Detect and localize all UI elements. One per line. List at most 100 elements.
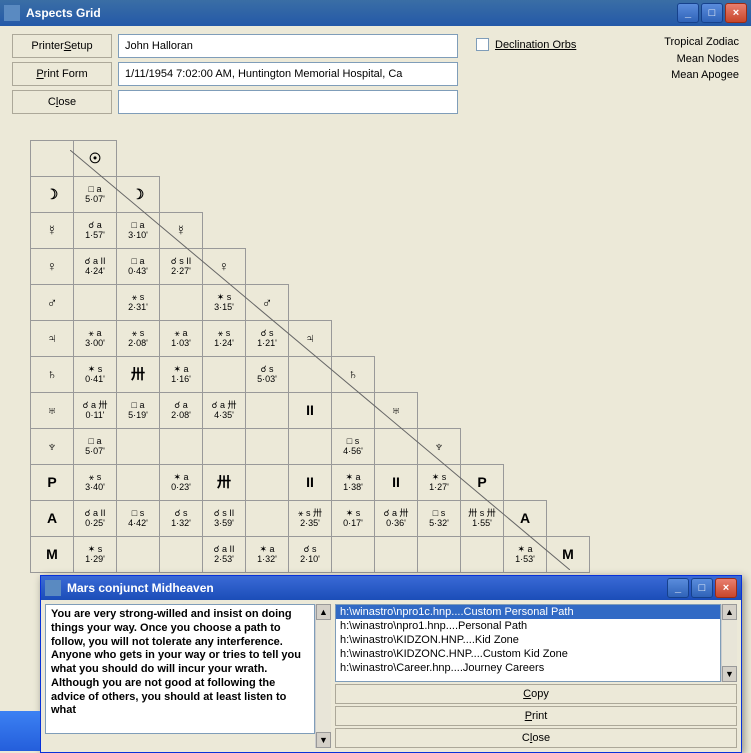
aspect-cell[interactable]: ⚹ s1·24'	[203, 321, 246, 357]
file-list[interactable]: h:\winastro\npro1c.hnp....Custom Persona…	[335, 604, 721, 682]
aspect-cell[interactable]: ☌ s II3·59'	[203, 501, 246, 537]
aspect-cell[interactable]: □ a5·19'	[117, 393, 160, 429]
aspect-cell[interactable]: ⚹ s 卅2·35'	[289, 501, 332, 537]
aspect-cell[interactable]: ✶ s0·41'	[74, 357, 117, 393]
aspect-cell[interactable]	[375, 537, 418, 573]
print-form-button[interactable]: Print Form	[12, 62, 112, 86]
close-button[interactable]: ×	[725, 3, 747, 23]
aspect-cell[interactable]: ☌ a II4·24'	[74, 249, 117, 285]
aspect-cell[interactable]	[375, 429, 418, 465]
aspect-cell[interactable]: □ a5·07'	[74, 177, 117, 213]
popup-minimize-button[interactable]: _	[667, 578, 689, 598]
file-row[interactable]: h:\winastro\npro1c.hnp....Custom Persona…	[336, 605, 720, 619]
aspect-cell[interactable]	[332, 537, 375, 573]
aspect-cell[interactable]: ✶ a0·23'	[160, 465, 203, 501]
planet-symbol: A	[31, 501, 74, 537]
aspect-cell[interactable]: 卅 s 卅1·55'	[461, 501, 504, 537]
aspect-cell[interactable]	[246, 501, 289, 537]
aspect-cell[interactable]: ✶ s1·29'	[74, 537, 117, 573]
declination-orbs-checkbox[interactable]	[476, 38, 489, 51]
aspect-cell[interactable]: ☌ a 卅0·36'	[375, 501, 418, 537]
aspect-cell[interactable]	[246, 393, 289, 429]
aspect-cell[interactable]: ☌ a II0·25'	[74, 501, 117, 537]
aspect-cell[interactable]: ☌ s II2·27'	[160, 249, 203, 285]
popup-maximize-button[interactable]: □	[691, 578, 713, 598]
aspect-cell[interactable]	[289, 429, 332, 465]
aspect-cell[interactable]: ✶ s1·27'	[418, 465, 461, 501]
aspect-cell[interactable]	[203, 357, 246, 393]
aspect-cell[interactable]: □ s4·56'	[332, 429, 375, 465]
aspect-cell[interactable]: ☌ s2·10'	[289, 537, 332, 573]
interpretation-text[interactable]: You are very strong-willed and insist on…	[45, 604, 315, 734]
aspect-cell[interactable]: ☌ s1·32'	[160, 501, 203, 537]
aspect-cell[interactable]: ☌ s1·21'	[246, 321, 289, 357]
interp-scrollbar[interactable]: ▲ ▼	[315, 604, 331, 748]
aspect-cell[interactable]: ☌ a2·08'	[160, 393, 203, 429]
aspect-cell[interactable]	[31, 141, 74, 177]
scroll-down-icon[interactable]: ▼	[722, 666, 737, 682]
planet-symbol: ☿	[31, 213, 74, 249]
aspect-cell[interactable]: ⚹ s2·08'	[117, 321, 160, 357]
planet-symbol: II	[375, 465, 418, 501]
aspect-cell[interactable]: ✶ a1·53'	[504, 537, 547, 573]
aspect-cell[interactable]: ✶ a1·38'	[332, 465, 375, 501]
details-input[interactable]	[118, 62, 458, 86]
planet-symbol: ♀	[203, 249, 246, 285]
aspect-cell[interactable]: ⚹ a3·00'	[74, 321, 117, 357]
aspect-cell[interactable]: □ a3·10'	[117, 213, 160, 249]
aspect-cell[interactable]: □ a0·43'	[117, 249, 160, 285]
aspect-cell[interactable]	[117, 429, 160, 465]
aspect-cell[interactable]: ☌ a 卅0·11'	[74, 393, 117, 429]
planet-symbol: ☉	[74, 141, 117, 177]
aspect-cell[interactable]	[117, 537, 160, 573]
aspect-cell[interactable]: ⚹ s2·31'	[117, 285, 160, 321]
aspect-cell[interactable]: ⚹ a1·03'	[160, 321, 203, 357]
aspect-cell[interactable]: ☌ s5·03'	[246, 357, 289, 393]
aspect-cell[interactable]	[160, 429, 203, 465]
scroll-up-icon[interactable]: ▲	[722, 604, 737, 620]
aspect-cell[interactable]: □ s5·32'	[418, 501, 461, 537]
minimize-button[interactable]: _	[677, 3, 699, 23]
aspect-cell[interactable]	[160, 285, 203, 321]
print-button[interactable]: Print	[335, 706, 737, 726]
scroll-up-icon[interactable]: ▲	[316, 604, 331, 620]
aspect-cell[interactable]: ✶ s0·17'	[332, 501, 375, 537]
printer-setup-button[interactable]: Printer Setup	[12, 34, 112, 58]
aspect-cell[interactable]	[332, 393, 375, 429]
aspect-cell[interactable]	[246, 429, 289, 465]
aspect-cell[interactable]	[289, 357, 332, 393]
close-main-button[interactable]: Close	[12, 90, 112, 114]
aspect-cell[interactable]: □ s4·42'	[117, 501, 160, 537]
extra-input[interactable]	[118, 90, 458, 114]
aspect-cell[interactable]	[461, 537, 504, 573]
aspect-cell[interactable]: ☌ a 卅4·35'	[203, 393, 246, 429]
aspect-cell[interactable]	[246, 465, 289, 501]
planet-symbol: ♂	[246, 285, 289, 321]
maximize-button[interactable]: □	[701, 3, 723, 23]
aspect-cell[interactable]	[418, 537, 461, 573]
file-row[interactable]: h:\winastro\npro1.hnp....Personal Path	[336, 619, 720, 633]
aspect-cell[interactable]	[203, 429, 246, 465]
file-row[interactable]: h:\winastro\KIDZON.HNP....Kid Zone	[336, 633, 720, 647]
name-input[interactable]	[118, 34, 458, 58]
popup-close-button[interactable]: ×	[715, 578, 737, 598]
popup-icon	[45, 580, 61, 596]
aspect-cell[interactable]: ✶ a1·32'	[246, 537, 289, 573]
aspect-cell[interactable]: ☌ a II2·53'	[203, 537, 246, 573]
aspect-cell[interactable]: ⚹ s3·40'	[74, 465, 117, 501]
filelist-scrollbar[interactable]: ▲ ▼	[721, 604, 737, 682]
file-row[interactable]: h:\winastro\Career.hnp....Journey Career…	[336, 661, 720, 675]
aspect-cell[interactable]: ✶ a1·16'	[160, 357, 203, 393]
planet-symbol: ♅	[31, 393, 74, 429]
aspect-cell[interactable]: □ a5·07'	[74, 429, 117, 465]
file-row[interactable]: h:\winastro\KIDZONC.HNP....Custom Kid Zo…	[336, 647, 720, 661]
copy-button[interactable]: Copy	[335, 684, 737, 704]
popup-close-btn[interactable]: Close	[335, 728, 737, 748]
aspect-cell[interactable]: ✶ s3·15'	[203, 285, 246, 321]
taskbar[interactable]	[0, 711, 40, 751]
aspect-cell[interactable]	[117, 465, 160, 501]
aspect-cell[interactable]	[160, 537, 203, 573]
aspect-cell[interactable]: ☌ a1·57'	[74, 213, 117, 249]
scroll-down-icon[interactable]: ▼	[316, 732, 331, 748]
aspect-cell[interactable]	[74, 285, 117, 321]
